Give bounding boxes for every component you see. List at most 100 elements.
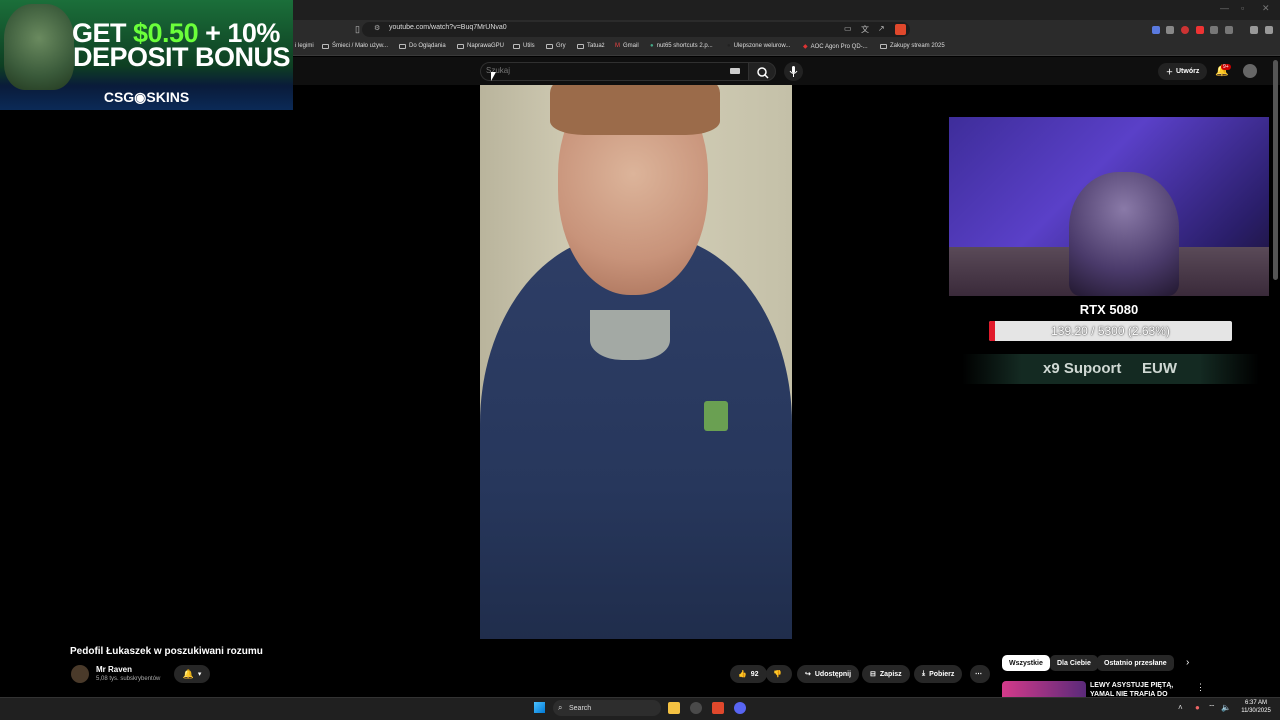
bookmark-folder[interactable]: NaprawaGPU	[457, 43, 504, 49]
like-count: 92	[750, 670, 759, 678]
file-explorer-icon[interactable]	[668, 702, 680, 714]
extension-icon[interactable]	[1152, 26, 1160, 34]
chevron-down-icon: ▾	[197, 671, 202, 678]
download-label: Pobierz	[929, 670, 955, 678]
share-button[interactable]: ↪ Udostępnij	[797, 665, 860, 683]
download-button[interactable]: ⤓ Pobierz	[914, 665, 963, 683]
ad-headline-line2: DEPOSIT BONUS	[73, 42, 291, 72]
page-scrollbar[interactable]	[1273, 60, 1278, 280]
goal-progress-text: 139.20 / 5300 (2.63%)	[1051, 324, 1170, 338]
folder-icon	[880, 43, 887, 49]
video-player[interactable]	[480, 85, 792, 639]
account-avatar[interactable]	[1243, 64, 1257, 78]
media-icon[interactable]	[1250, 26, 1258, 34]
bell-icon: 🔔	[182, 668, 194, 679]
folder-icon	[399, 43, 406, 49]
bookmark-folder[interactable]: Utils	[513, 43, 535, 49]
menu-icon[interactable]	[1265, 26, 1273, 34]
dislike-button[interactable]: 👎	[766, 665, 792, 683]
thumbs-up-icon: 👍	[738, 671, 747, 678]
translate-icon[interactable]: 文	[861, 24, 869, 35]
share-page-icon[interactable]: ↗	[878, 24, 885, 33]
gmail-icon: M	[615, 43, 620, 49]
discord-icon[interactable]	[734, 702, 746, 714]
chip-all[interactable]: Wszystkie	[1002, 655, 1050, 671]
goal-title: RTX 5080	[1079, 302, 1139, 317]
tray-chevron-icon[interactable]: ˄	[1178, 703, 1183, 712]
clock-time[interactable]: 6:37 AM	[1238, 700, 1274, 706]
like-button[interactable]: 👍 92	[730, 665, 767, 683]
bookmark-save-icon: ⊟	[870, 671, 876, 678]
mouse-cursor-icon	[491, 72, 496, 81]
video-hoodie	[480, 235, 792, 639]
save-button[interactable]: ⊟ Zapisz	[862, 665, 910, 683]
close-icon[interactable]: ✕	[1262, 3, 1270, 14]
channel-subscribers: 5,08 tys. subskrybentów	[96, 676, 161, 682]
share-icon: ↪	[805, 671, 811, 678]
sponsor-ad-banner: GET $0.50 + 10% DEPOSIT BONUS CSG◉SKINS	[0, 0, 293, 110]
minimize-icon[interactable]: —	[1220, 3, 1229, 13]
url-text: youtube.com/watch?v=Buq7MrUNva0	[389, 24, 507, 31]
video-shirt	[590, 310, 670, 360]
chip-for-you[interactable]: Dla Ciebie	[1050, 655, 1098, 671]
maximize-icon[interactable]: ▫	[1241, 3, 1244, 13]
keyboard-icon[interactable]	[730, 68, 740, 74]
chevron-right-icon[interactable]: ›	[1186, 657, 1189, 668]
ad-brand-logo: CSG◉SKINS	[103, 89, 190, 105]
channel-avatar[interactable]	[71, 665, 89, 683]
youtube-extension-icon[interactable]	[1196, 26, 1204, 34]
chip-recently-uploaded[interactable]: Ostatnio przesłane	[1097, 655, 1174, 671]
bookmark-item[interactable]: i legimi	[295, 43, 314, 49]
search-button[interactable]	[748, 62, 776, 81]
channel-name[interactable]: Mr Raven	[96, 665, 132, 674]
wifi-icon[interactable]: ⌔	[1208, 703, 1216, 713]
webcam-streamer	[1069, 172, 1179, 296]
bookmark-folder[interactable]: Śmieci / Mało używ...	[322, 43, 388, 49]
tray-app-icon[interactable]: ●	[1195, 703, 1200, 712]
site-info-icon[interactable]: ⚙	[374, 24, 380, 32]
more-actions-button[interactable]: ⋯	[970, 665, 990, 683]
video-hair	[550, 85, 720, 135]
recommended-more-icon[interactable]: ⋮	[1196, 682, 1205, 693]
folder-icon	[513, 43, 520, 49]
bookmark-item[interactable]: ● Ulepszone welurow...	[727, 43, 790, 49]
bookmark-item[interactable]: ● nut65 shortcuts 2.p...	[650, 43, 713, 49]
rank-text: x9 Supoort	[1043, 360, 1122, 377]
clock-date[interactable]: 11/30/2025	[1238, 708, 1274, 714]
search-input[interactable]	[480, 62, 748, 81]
windows-start-icon[interactable]	[534, 702, 545, 713]
thumbs-down-icon: 👎	[773, 671, 782, 678]
sidebar-icon[interactable]	[1225, 26, 1233, 34]
extension-icon[interactable]	[1166, 26, 1174, 34]
bookmark-icon[interactable]: ▯	[355, 24, 360, 35]
create-label: Utwórz	[1176, 68, 1200, 75]
voice-search-button[interactable]	[784, 62, 803, 81]
folder-icon	[457, 43, 464, 49]
bookmark-folder[interactable]: Do Oglądania	[399, 43, 446, 49]
folder-icon	[577, 43, 584, 49]
video-title: Pedofil Łukaszek w poszukiwani rozumu	[70, 646, 263, 657]
brave-browser-icon[interactable]	[712, 702, 724, 714]
search-icon: ⌕	[558, 703, 563, 712]
taskbar-search-label: Search	[569, 704, 592, 712]
brave-shields-icon[interactable]	[895, 24, 906, 35]
taskbar-search[interactable]: Search	[553, 700, 661, 716]
ad-mascot-image	[4, 4, 74, 90]
bookmark-item[interactable]: ◆ AOC Agon Pro QD-...	[803, 43, 868, 51]
bookmark-folder[interactable]: Zakupy stream 2025	[880, 43, 945, 49]
bookmark-folder[interactable]: Gry	[546, 43, 566, 49]
bookmark-item[interactable]: M Gmail	[615, 43, 639, 49]
bookmark-folder[interactable]: Tatuaż	[577, 43, 605, 49]
hoodie-logo	[704, 401, 728, 431]
create-button[interactable]: ＋ Utwórz	[1158, 63, 1208, 80]
search-placeholder: Szukaj	[486, 66, 511, 75]
volume-icon[interactable]: 🔈	[1221, 703, 1231, 712]
mic-icon	[789, 66, 798, 77]
app-icon[interactable]	[690, 702, 702, 714]
webcam-feed	[949, 117, 1269, 296]
extensions-puzzle-icon[interactable]	[1210, 26, 1218, 34]
download-icon: ⤓	[922, 670, 926, 677]
subscription-bell-button[interactable]: 🔔 ▾	[174, 665, 210, 683]
cast-icon[interactable]: ▭	[844, 24, 852, 33]
extension-icon[interactable]	[1181, 26, 1189, 34]
